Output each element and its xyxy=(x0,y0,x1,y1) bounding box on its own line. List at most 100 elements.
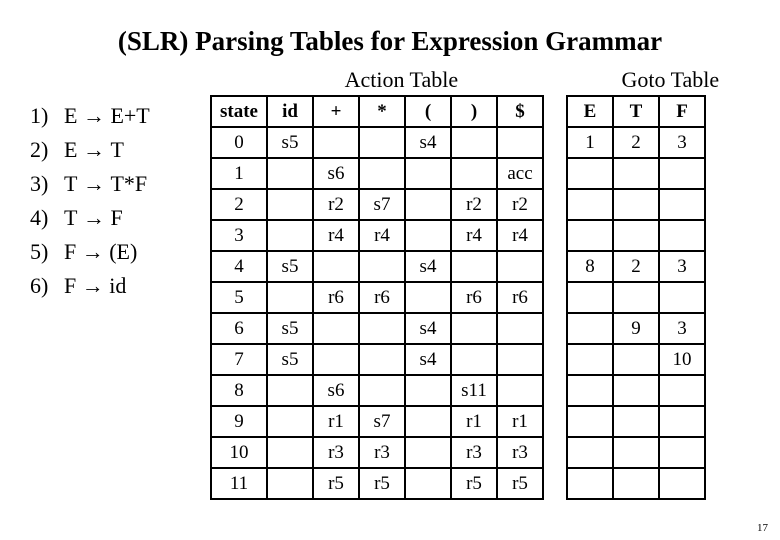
gap-cell xyxy=(543,468,567,499)
table-header-row: state id + * ( ) $ E T F xyxy=(211,96,705,127)
action-cell: r4 xyxy=(359,220,405,251)
goto-cell xyxy=(613,158,659,189)
table-row: 9r1s7r1r1 xyxy=(211,406,705,437)
gap-cell xyxy=(543,313,567,344)
action-cell: s4 xyxy=(405,251,451,282)
action-cell: r5 xyxy=(313,468,359,499)
rule-number: 2) xyxy=(30,133,64,167)
action-cell xyxy=(313,344,359,375)
rule-number: 5) xyxy=(30,235,64,269)
table-row: 11r5r5r5r5 xyxy=(211,468,705,499)
grammar-rule: 2)E → T xyxy=(30,133,210,167)
col-lparen: ( xyxy=(405,96,451,127)
action-cell: r4 xyxy=(497,220,543,251)
action-cell: s7 xyxy=(359,406,405,437)
gap-cell xyxy=(543,282,567,313)
action-cell xyxy=(405,189,451,220)
action-cell: s7 xyxy=(359,189,405,220)
action-cell: r6 xyxy=(359,282,405,313)
action-cell xyxy=(267,282,313,313)
rule-body: F → id xyxy=(64,269,126,303)
state-cell: 4 xyxy=(211,251,267,282)
action-cell xyxy=(359,251,405,282)
action-cell xyxy=(313,127,359,158)
goto-cell: 1 xyxy=(567,127,613,158)
goto-cell: 3 xyxy=(659,313,705,344)
rule-number: 1) xyxy=(30,99,64,133)
action-cell: r5 xyxy=(359,468,405,499)
grammar-rule: 1)E → E+T xyxy=(30,99,210,133)
col-state: state xyxy=(211,96,267,127)
gap-cell xyxy=(543,158,567,189)
action-cell: s5 xyxy=(267,127,313,158)
goto-cell xyxy=(567,282,613,313)
action-cell: acc xyxy=(497,158,543,189)
action-cell: s4 xyxy=(405,127,451,158)
action-cell: s4 xyxy=(405,344,451,375)
goto-cell xyxy=(613,220,659,251)
action-cell: r3 xyxy=(497,437,543,468)
goto-cell xyxy=(567,344,613,375)
state-cell: 3 xyxy=(211,220,267,251)
action-cell xyxy=(451,251,497,282)
goto-cell: 9 xyxy=(613,313,659,344)
table-row: 0s5s4123 xyxy=(211,127,705,158)
action-cell xyxy=(267,158,313,189)
action-cell xyxy=(405,375,451,406)
action-cell: r3 xyxy=(313,437,359,468)
gap-cell xyxy=(543,344,567,375)
gap-cell xyxy=(543,189,567,220)
action-cell xyxy=(497,251,543,282)
goto-cell: 2 xyxy=(613,251,659,282)
state-cell: 7 xyxy=(211,344,267,375)
rule-body: F → (E) xyxy=(64,235,137,269)
table-row: 4s5s4823 xyxy=(211,251,705,282)
grammar-rules: 1)E → E+T2)E → T3)T → T*F4)T → F5)F → (E… xyxy=(30,95,210,304)
gap-cell xyxy=(543,251,567,282)
action-cell: s4 xyxy=(405,313,451,344)
action-cell xyxy=(451,158,497,189)
action-cell: r4 xyxy=(313,220,359,251)
table-row: 10r3r3r3r3 xyxy=(211,437,705,468)
action-cell: r2 xyxy=(497,189,543,220)
rule-number: 6) xyxy=(30,269,64,303)
action-cell xyxy=(359,158,405,189)
action-cell xyxy=(405,468,451,499)
goto-cell xyxy=(567,189,613,220)
gap-cell xyxy=(543,375,567,406)
action-cell xyxy=(497,127,543,158)
gap-cell xyxy=(543,127,567,158)
table-row: 3r4r4r4r4 xyxy=(211,220,705,251)
goto-cell xyxy=(659,189,705,220)
goto-cell: 8 xyxy=(567,251,613,282)
action-cell xyxy=(497,375,543,406)
state-cell: 11 xyxy=(211,468,267,499)
action-cell xyxy=(359,375,405,406)
action-cell: r5 xyxy=(451,468,497,499)
action-cell xyxy=(267,189,313,220)
gap-cell xyxy=(543,437,567,468)
action-cell xyxy=(267,220,313,251)
action-cell: r2 xyxy=(313,189,359,220)
action-cell: s5 xyxy=(267,344,313,375)
goto-cell xyxy=(567,220,613,251)
goto-cell xyxy=(659,437,705,468)
action-table-heading: Action Table xyxy=(242,67,561,93)
action-cell xyxy=(405,158,451,189)
page-title: (SLR) Parsing Tables for Expression Gram… xyxy=(30,26,750,57)
action-cell xyxy=(313,313,359,344)
action-cell: r1 xyxy=(497,406,543,437)
rule-number: 4) xyxy=(30,201,64,235)
goto-cell xyxy=(659,282,705,313)
action-cell: s11 xyxy=(451,375,497,406)
action-cell xyxy=(451,313,497,344)
state-cell: 10 xyxy=(211,437,267,468)
goto-cell xyxy=(659,158,705,189)
goto-cell xyxy=(659,375,705,406)
goto-cell xyxy=(659,220,705,251)
goto-table-heading: Goto Table xyxy=(591,67,750,93)
goto-cell: 2 xyxy=(613,127,659,158)
goto-cell xyxy=(567,313,613,344)
action-cell xyxy=(451,127,497,158)
rule-body: E → T xyxy=(64,133,124,167)
